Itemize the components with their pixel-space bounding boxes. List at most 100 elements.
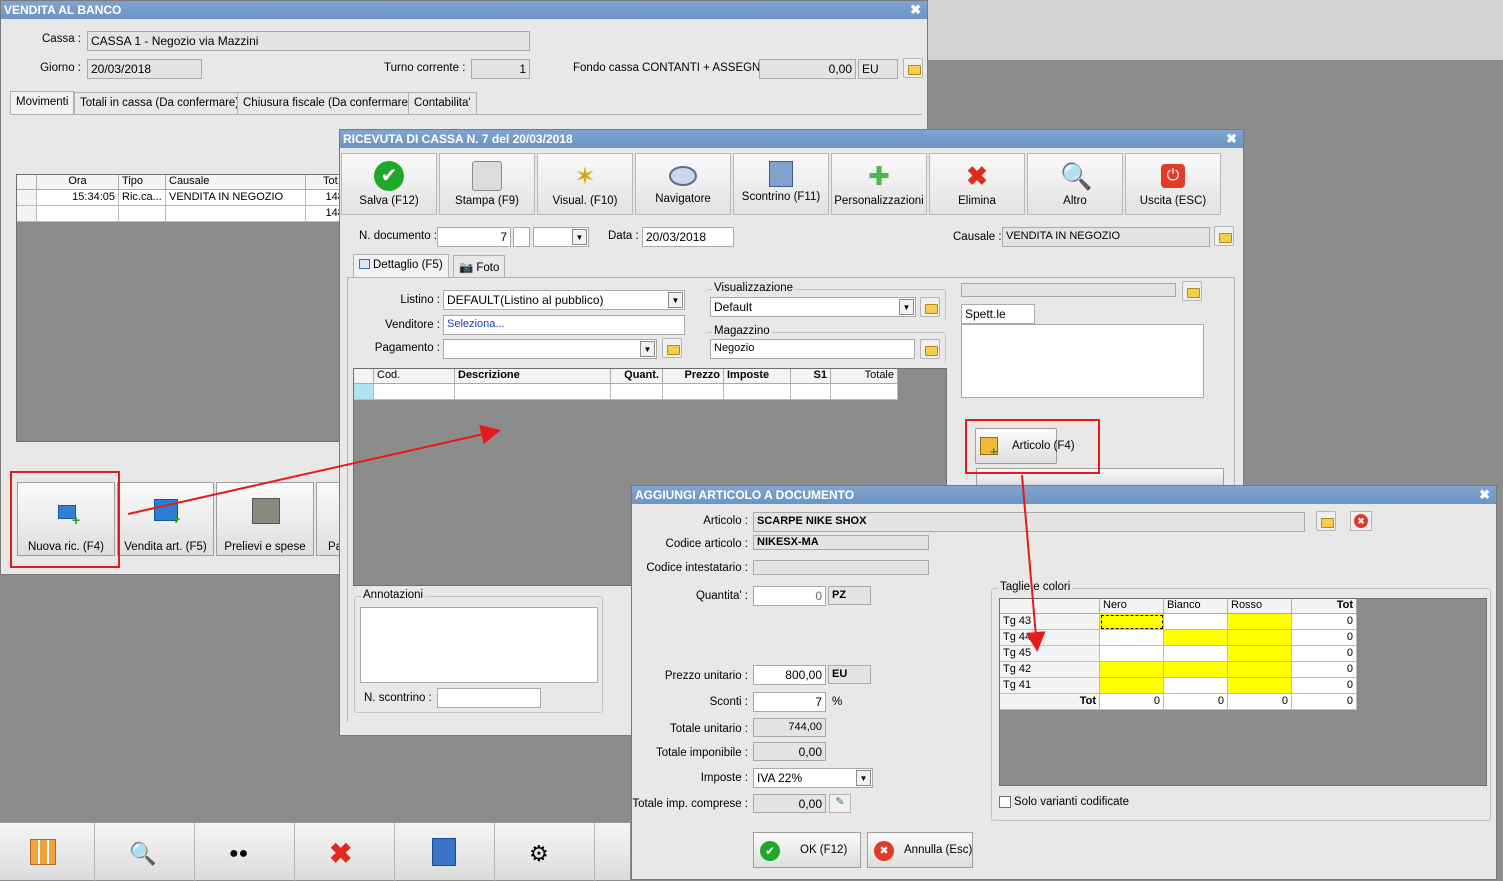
tab-foto[interactable]: 📷 Foto [453, 255, 506, 277]
venditore-field[interactable]: Seleziona... [443, 315, 685, 335]
codice-field[interactable]: NIKESX-MA [753, 535, 929, 550]
listino-select[interactable]: DEFAULT(Listino al pubblico) [443, 290, 685, 310]
cell-empty[interactable] [663, 384, 724, 400]
size-row-total: 0 [1292, 630, 1357, 646]
size-color-cell[interactable] [1164, 630, 1228, 646]
chevron-down-icon[interactable]: ▼ [640, 341, 655, 357]
tab-contabilita[interactable]: Contabilita' [408, 92, 477, 114]
ok-button[interactable]: ✔ OK (F12) [753, 832, 861, 868]
ndoc-suffix-field[interactable] [513, 227, 530, 247]
chevron-down-icon[interactable]: ▼ [899, 299, 914, 315]
tab-totali[interactable]: Totali in cassa (Da confermare) [74, 92, 246, 114]
address-textarea[interactable] [961, 324, 1204, 398]
tab-chiusura[interactable]: Chiusura fiscale (Da confermare) [237, 92, 418, 114]
movimenti-grid[interactable]: Ora Tipo Causale Tot.do 15:34:05 Ric.ca.… [16, 174, 357, 442]
size-color-cell[interactable] [1228, 678, 1292, 694]
cell-empty[interactable] [724, 384, 791, 400]
altro-button[interactable]: 🔍 Altro [1027, 153, 1123, 215]
stampa-button[interactable]: Stampa (F9) [439, 153, 535, 215]
edit-icon[interactable]: ✎ [829, 794, 851, 813]
tab-dettaglio[interactable]: Dettaglio (F5) [353, 254, 449, 278]
annotazioni-textarea[interactable] [360, 607, 598, 683]
settings-doc-button[interactable]: ⚙ [495, 823, 595, 881]
tab-movimenti[interactable]: Movimenti [10, 91, 75, 115]
uscita-button[interactable]: ⏻ Uscita (ESC) [1125, 153, 1221, 215]
close-icon[interactable]: ✖ [910, 2, 921, 18]
chevron-down-icon[interactable]: ▼ [572, 229, 587, 245]
visual-button[interactable]: ✶ Visual. (F10) [537, 153, 633, 215]
turno-field[interactable]: 1 [471, 59, 530, 79]
chevron-down-icon[interactable]: ▼ [856, 770, 871, 786]
grid-add-button[interactable] [0, 823, 95, 881]
size-color-cell[interactable] [1100, 630, 1164, 646]
size-color-cell[interactable] [1164, 678, 1228, 694]
size-color-cell[interactable] [1228, 646, 1292, 662]
close-icon[interactable]: ✖ [1479, 487, 1490, 503]
navigatore-label: Navigatore [655, 193, 711, 205]
intestatario-field[interactable] [961, 283, 1176, 297]
cell-causale[interactable]: VENDITA IN NEGOZIO [166, 190, 306, 206]
cell-empty[interactable] [831, 384, 898, 400]
causale-field[interactable]: VENDITA IN NEGOZIO [1002, 227, 1210, 247]
size-color-cell[interactable] [1100, 614, 1164, 630]
data-field[interactable]: 20/03/2018 [642, 227, 734, 247]
visualizzazione-select[interactable]: Default [710, 297, 916, 317]
spett-field[interactable]: Spett.le [961, 304, 1035, 324]
search-doc-button[interactable]: 🔍 [95, 823, 195, 881]
scontrino-button[interactable]: Scontrino (F11) [733, 153, 829, 215]
articolo-field[interactable]: SCARPE NIKE SHOX [753, 512, 1305, 532]
intest-field[interactable] [753, 560, 929, 575]
cell-empty[interactable] [374, 384, 455, 400]
folder-icon[interactable] [1316, 511, 1336, 531]
folder-icon[interactable] [662, 338, 682, 358]
salva-button[interactable]: ✔ Salva (F12) [341, 153, 437, 215]
folder-icon[interactable] [1214, 226, 1234, 246]
magazzino-field[interactable]: Negozio [710, 339, 915, 359]
quantita-field[interactable]: 0 [753, 586, 826, 606]
cell-empty [37, 206, 119, 222]
size-color-cell[interactable] [1164, 662, 1228, 678]
annulla-button[interactable]: ✖ Annulla (Esc) [867, 832, 973, 868]
folder-icon[interactable] [1182, 281, 1202, 301]
sconti-field[interactable]: 7 [753, 692, 826, 712]
folder-icon[interactable] [920, 339, 940, 359]
prezzo-field[interactable]: 800,00 [753, 665, 826, 685]
personalizzazioni-button[interactable]: ✚ Personalizzazioni [831, 153, 927, 215]
prelievi-spese-button[interactable]: Prelievi e spese [216, 482, 314, 556]
clear-icon[interactable]: ✖ [1350, 511, 1372, 531]
nscontrino-field[interactable] [437, 688, 541, 708]
vendita-articolo-button[interactable]: + Vendita art. (F5) [117, 482, 214, 556]
size-color-cell[interactable] [1228, 630, 1292, 646]
size-color-cell[interactable] [1100, 662, 1164, 678]
folder-icon[interactable] [903, 58, 923, 78]
elimina-button[interactable]: ✖ Elimina [929, 153, 1025, 215]
size-color-cell[interactable] [1100, 678, 1164, 694]
size-row-label: Tg 45 [1000, 646, 1100, 662]
fondo-field[interactable]: 0,00 [759, 59, 856, 79]
size-color-cell[interactable] [1164, 614, 1228, 630]
size-color-cell[interactable] [1228, 614, 1292, 630]
size-color-cell[interactable] [1164, 646, 1228, 662]
cassa-field[interactable]: CASSA 1 - Negozio via Mazzini [87, 31, 530, 51]
cell-empty[interactable] [791, 384, 831, 400]
calculator-button[interactable] [395, 823, 495, 881]
ndoc-series-select[interactable]: ▼ [533, 227, 589, 247]
cell-empty[interactable] [611, 384, 663, 400]
close-icon[interactable]: ✖ [1226, 131, 1237, 147]
folder-icon[interactable] [920, 297, 940, 317]
pagamento-select[interactable]: ▼ [443, 339, 657, 359]
cell-ora[interactable]: 15:34:05 [37, 190, 119, 206]
solo-varianti-checkbox[interactable] [999, 796, 1011, 808]
size-color-cell[interactable] [1228, 662, 1292, 678]
cell-empty[interactable] [455, 384, 611, 400]
imposte-select[interactable]: IVA 22% [753, 768, 873, 788]
binoculars-button[interactable]: ●● [195, 823, 295, 881]
ndoc-field[interactable]: 7 [437, 227, 511, 247]
giorno-field[interactable]: 20/03/2018 [87, 59, 202, 79]
chevron-down-icon[interactable]: ▼ [668, 292, 683, 308]
navigatore-button[interactable]: Navigatore [635, 153, 731, 215]
taglie-grid[interactable]: Nero Bianco Rosso Tot Tg 43 0 Tg 44 0 Tg 45 0… [999, 598, 1487, 786]
cell-tipo[interactable]: Ric.ca... [119, 190, 166, 206]
size-color-cell[interactable] [1100, 646, 1164, 662]
delete-button[interactable]: ✖ [295, 823, 395, 881]
